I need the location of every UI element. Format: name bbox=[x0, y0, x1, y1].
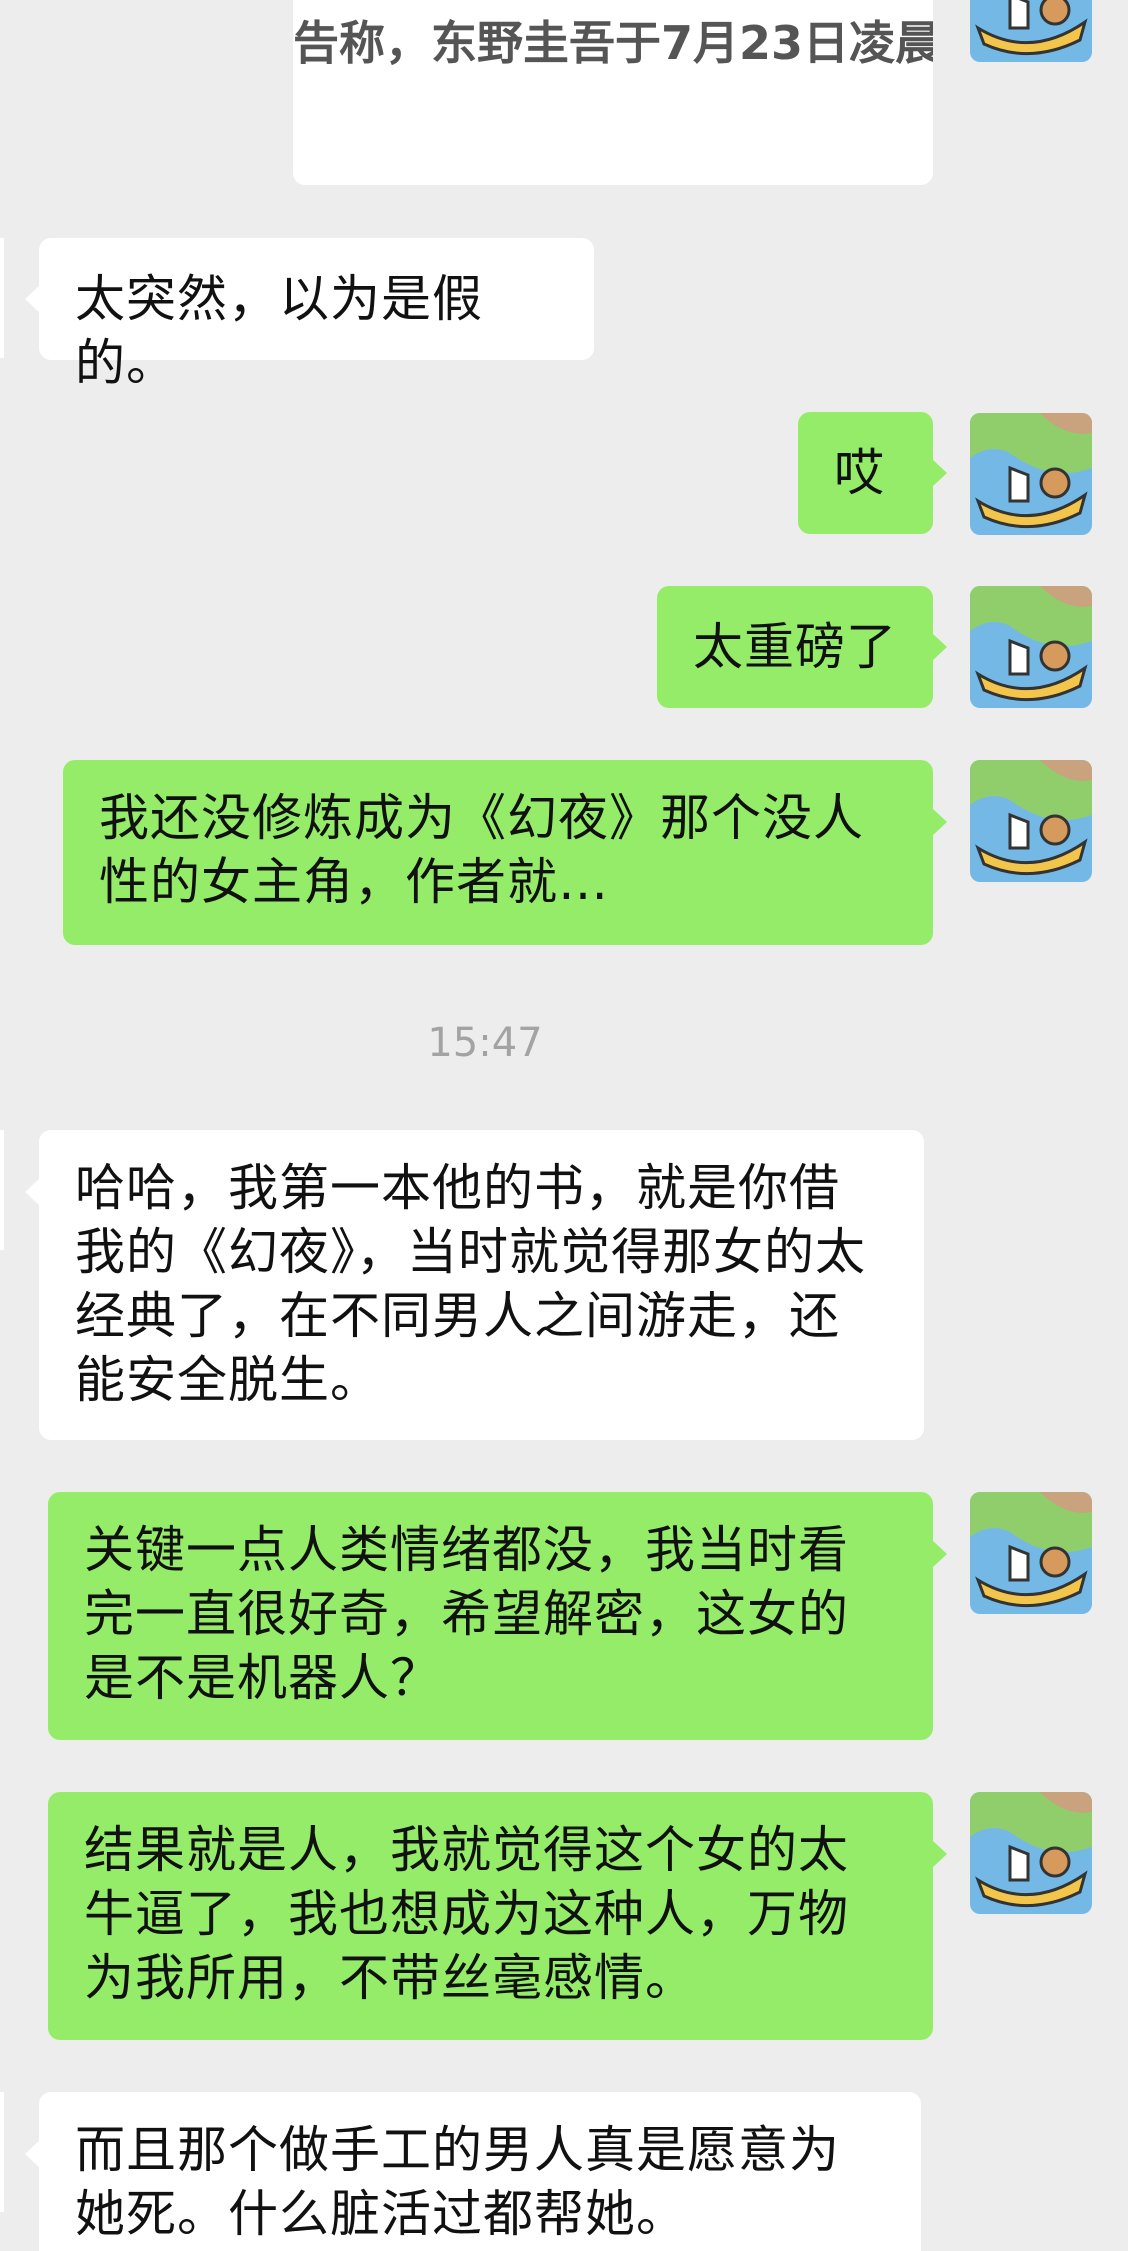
avatar[interactable] bbox=[970, 1492, 1092, 1614]
bubble-tail bbox=[25, 285, 40, 313]
avatar[interactable] bbox=[970, 760, 1092, 882]
timestamp: 15:47 bbox=[427, 1020, 543, 1066]
avatar-girl-dog-canoe-icon bbox=[970, 413, 1092, 535]
message-text: 我还没修炼成为《幻夜》那个没人性的女主角，作者就… bbox=[99, 789, 864, 911]
message-text: 哈哈，我第一本他的书，就是你借我的《幻夜》，当时就觉得那女的太经典了，在不同男人… bbox=[75, 1159, 866, 1409]
message-text: 结果就是人，我就觉得这个女的太牛逼了，我也想成为这种人，万物为我所用，不带丝毫感… bbox=[84, 1821, 849, 2007]
avatar-girl-dog-canoe-icon bbox=[970, 760, 1092, 882]
message-text: 哎 bbox=[834, 444, 885, 502]
left-edge-avatar bbox=[0, 238, 4, 358]
bubble-tail bbox=[932, 459, 947, 487]
message-text: 太突然，以为是假的。 bbox=[75, 270, 483, 392]
avatar-girl-dog-canoe-icon bbox=[970, 586, 1092, 708]
message-bubble-incoming[interactable]: 而且那个做手工的男人真是愿意为她死。什么脏活过都帮她。 bbox=[25, 2092, 921, 2251]
bubble-tail bbox=[932, 808, 947, 836]
message-text: 而且那个做手工的男人真是愿意为她死。什么脏活过都帮她。 bbox=[75, 2121, 840, 2243]
message-bubble-outgoing[interactable]: 太重磅了 bbox=[657, 586, 947, 708]
message-bubble-outgoing[interactable]: 哎 bbox=[798, 412, 947, 534]
link-card-text: 告称，东野圭吾于7月23日凌晨因 bbox=[293, 16, 933, 70]
message-bubble-incoming[interactable]: 太突然，以为是假的。 bbox=[25, 238, 594, 392]
avatar-girl-dog-canoe-icon bbox=[970, 1492, 1092, 1614]
avatar-girl-dog-canoe-icon bbox=[970, 1792, 1092, 1914]
message-bubble-outgoing[interactable]: 我还没修炼成为《幻夜》那个没人性的女主角，作者就… bbox=[63, 760, 947, 945]
bubble-tail bbox=[25, 1178, 40, 1206]
avatar[interactable] bbox=[970, 413, 1092, 535]
bubble-tail bbox=[25, 2140, 40, 2168]
left-edge-avatar bbox=[0, 1130, 4, 1250]
message-bubble-outgoing[interactable]: 结果就是人，我就觉得这个女的太牛逼了，我也想成为这种人，万物为我所用，不带丝毫感… bbox=[48, 1792, 947, 2040]
avatar-girl-dog-canoe-icon bbox=[970, 0, 1092, 62]
message-bubble-incoming[interactable]: 哈哈，我第一本他的书，就是你借我的《幻夜》，当时就觉得那女的太经典了，在不同男人… bbox=[25, 1130, 924, 1440]
avatar[interactable] bbox=[970, 1792, 1092, 1914]
message-text: 关键一点人类情绪都没，我当时看完一直很好奇，希望解密，这女的是不是机器人？ bbox=[84, 1521, 849, 1707]
message-bubble-outgoing[interactable]: 关键一点人类情绪都没，我当时看完一直很好奇，希望解密，这女的是不是机器人？ bbox=[48, 1492, 947, 1740]
avatar[interactable] bbox=[970, 0, 1092, 62]
bubble-tail bbox=[932, 1540, 947, 1568]
left-edge-avatar bbox=[0, 2092, 4, 2212]
message-text: 太重磅了 bbox=[693, 618, 897, 676]
avatar[interactable] bbox=[970, 586, 1092, 708]
bubble-tail bbox=[932, 1840, 947, 1868]
bubble-tail bbox=[932, 633, 947, 661]
chat-window[interactable]: 告称，东野圭吾于7月23日凌晨因 太突然，以为是假的。 哎 太重磅了 我还没修炼… bbox=[0, 0, 1128, 2251]
